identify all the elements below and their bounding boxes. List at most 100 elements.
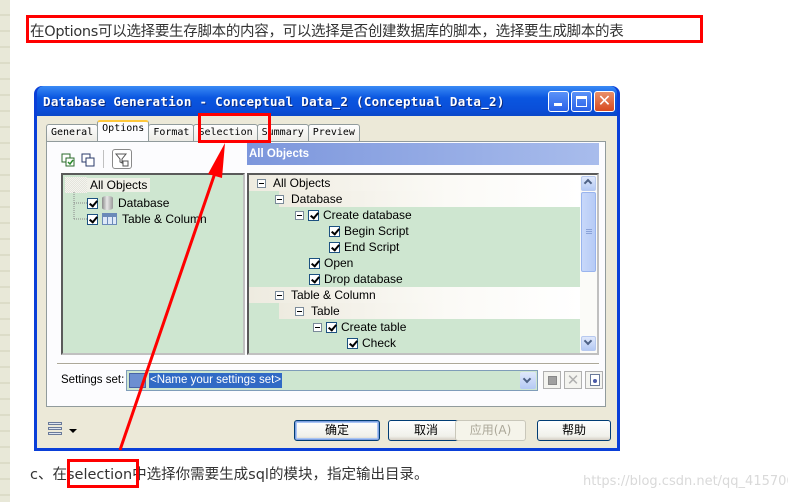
checkbox-checked[interactable]	[329, 225, 340, 237]
tree-node[interactable]: Drop database	[309, 271, 403, 287]
options-tab-panel: All Objects All Objects Database Table &…	[46, 141, 606, 407]
minimize-button[interactable]	[548, 90, 569, 112]
tree-node[interactable]: Table	[295, 303, 340, 319]
checkbox-checked[interactable]	[347, 337, 358, 349]
page-left-border	[0, 0, 10, 502]
collapse-icon[interactable]	[257, 178, 266, 188]
object-type-tree: All Objects Database Table & Column	[61, 173, 245, 355]
scroll-down-button[interactable]	[581, 336, 596, 351]
maximize-button[interactable]	[571, 90, 592, 112]
tree-node-label: End Script	[344, 240, 400, 254]
checkbox-checked[interactable]	[347, 352, 358, 353]
database-icon	[102, 196, 113, 210]
checkbox-checked[interactable]	[329, 241, 340, 253]
watermark: https://blog.csdn.net/qq_41570658	[583, 474, 788, 489]
tree-node-label: Create database	[323, 208, 412, 222]
tree-node[interactable]: All Objects	[257, 175, 330, 191]
tree-toolbar	[61, 149, 132, 169]
tab-format[interactable]: Format	[148, 124, 195, 141]
properties-icon	[590, 374, 600, 386]
minimize-icon	[554, 102, 562, 106]
tree-node-label: Table	[311, 304, 340, 318]
checkbox-checked[interactable]	[87, 213, 98, 225]
tab-options[interactable]: Options	[97, 120, 150, 141]
filter-icon[interactable]	[112, 149, 132, 169]
database-generation-dialog: Database Generation - Conceptual Data_2 …	[34, 86, 620, 451]
settings-set-combo[interactable]: <Name your settings set>	[126, 370, 538, 391]
cancel-button[interactable]: 取消	[388, 420, 464, 441]
settings-set-icon	[129, 373, 146, 388]
tab-preview[interactable]: Preview	[307, 124, 360, 141]
caret-down-icon[interactable]	[69, 429, 77, 433]
tree-node[interactable]: Begin Script	[329, 223, 409, 239]
collapse-icon[interactable]	[295, 210, 304, 220]
dialog-title: Database Generation - Conceptual Data_2 …	[43, 93, 505, 109]
checkbox-checked[interactable]	[87, 197, 98, 209]
tree-node-label: Database	[291, 192, 343, 206]
page: 在Options可以选择要生存脚本的内容，可以选择是否创建数据库的脚本，选择要生…	[0, 0, 788, 502]
close-button[interactable]: ✕	[594, 90, 615, 112]
tree-root-label: All Objects	[87, 178, 151, 192]
tree-root[interactable]: All Objects	[65, 177, 151, 193]
right-panel-header: All Objects	[247, 143, 599, 165]
tree-item-database[interactable]: Database	[87, 195, 169, 211]
settings-set-label: Settings set:	[61, 374, 125, 386]
annotation-box-selection-word	[67, 459, 139, 488]
tree-node-label: Open	[324, 256, 354, 270]
tree-item-label: Table & Column	[122, 212, 207, 226]
annotation-box-caption	[26, 15, 703, 43]
close-icon: ✕	[597, 90, 612, 110]
scroll-up-button[interactable]	[581, 176, 596, 191]
tab-general[interactable]: General	[46, 124, 99, 141]
tree-node[interactable]: Database	[275, 191, 342, 207]
settings-set-value[interactable]: <Name your settings set>	[149, 373, 283, 388]
deselect-all-icon[interactable]	[81, 152, 95, 167]
help-button[interactable]: 帮助	[537, 420, 611, 441]
maximize-icon	[576, 95, 587, 107]
tree-node[interactable]: End Script	[329, 239, 399, 255]
delete-settings-button[interactable]: ✕	[564, 371, 582, 389]
apply-button: 应用(A)	[455, 420, 526, 441]
scroll-thumb[interactable]	[581, 192, 596, 272]
divider	[57, 363, 599, 364]
annotation-box-selection-tab	[198, 113, 271, 143]
tree-node[interactable]: Create database	[295, 207, 412, 223]
ok-button[interactable]: 确定	[294, 420, 380, 441]
dropdown-button[interactable]	[520, 372, 536, 389]
collapse-icon[interactable]	[275, 194, 284, 204]
chevron-up-icon	[583, 178, 593, 188]
tree-node-label: Physical options	[362, 351, 449, 353]
checkbox-checked[interactable]	[326, 321, 337, 333]
tree-node[interactable]: Check	[347, 335, 396, 351]
tree-node-label: Begin Script	[344, 224, 409, 238]
tree-node[interactable]: Create table	[313, 319, 406, 335]
tree-node-label: Check	[362, 336, 397, 350]
tree-node[interactable]: Open	[309, 255, 353, 271]
tree-item-table-column[interactable]: Table & Column	[87, 211, 207, 227]
tree-node-label: Drop database	[324, 272, 403, 286]
options-tree: All Objects Database Create database Beg…	[247, 173, 599, 355]
delete-icon: ✕	[566, 371, 580, 389]
tree-node-label: Create table	[341, 320, 407, 334]
tree-node[interactable]: Table & Column	[275, 287, 376, 303]
settings-properties-button[interactable]	[585, 371, 603, 389]
vertical-scrollbar[interactable]	[580, 175, 597, 353]
collapse-icon[interactable]	[275, 290, 284, 300]
checkbox-checked[interactable]	[308, 209, 319, 221]
chevron-down-icon	[583, 336, 593, 346]
collapse-icon[interactable]	[295, 306, 304, 316]
tree-item-label: Database	[118, 196, 170, 210]
caption-bottom-suffix: 中选择你需要生成sql的模块，指定输出目录。	[132, 467, 429, 483]
checkbox-checked[interactable]	[309, 273, 320, 285]
chevron-down-icon	[522, 374, 532, 384]
dialog-body: General Options Format Selection Summary…	[37, 116, 617, 448]
tree-root-icon	[65, 177, 87, 193]
select-all-icon[interactable]	[61, 152, 75, 167]
list-menu-icon[interactable]	[47, 421, 63, 437]
save-settings-button[interactable]	[543, 371, 561, 389]
collapse-icon[interactable]	[313, 322, 322, 332]
checkbox-checked[interactable]	[309, 257, 320, 269]
table-icon	[102, 213, 117, 225]
title-bar[interactable]: Database Generation - Conceptual Data_2 …	[37, 86, 617, 116]
tree-node[interactable]: Physical options	[347, 350, 449, 353]
